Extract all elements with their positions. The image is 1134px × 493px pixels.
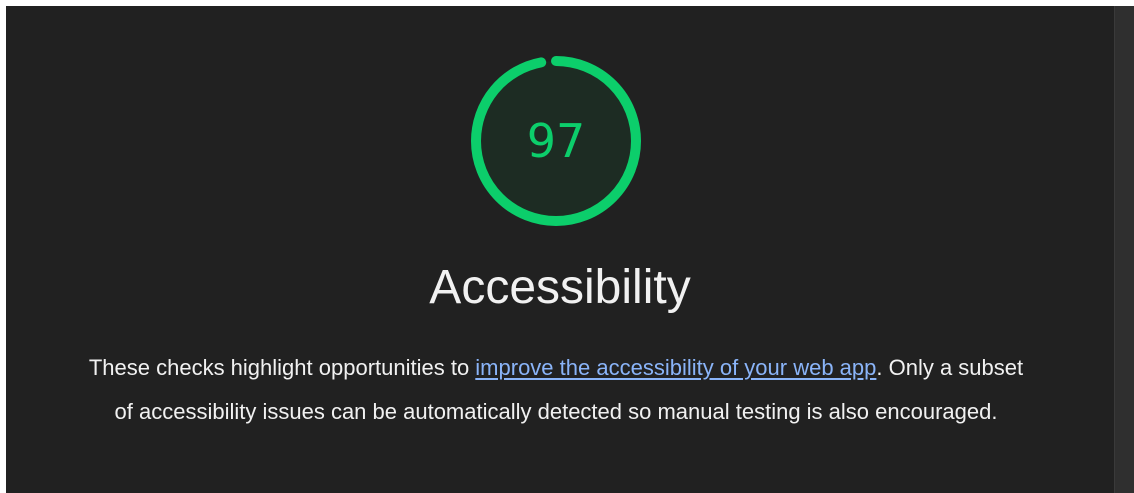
- category-title: Accessibility: [429, 261, 691, 314]
- report-frame: 97 Accessibility These checks highlight …: [0, 0, 1134, 493]
- gauge-score-value: 97: [526, 114, 586, 168]
- scrollbar[interactable]: [1114, 6, 1134, 493]
- category-description: These checks highlight opportunities to …: [86, 346, 1026, 434]
- accessibility-link[interactable]: improve the accessibility of your web ap…: [475, 355, 876, 380]
- score-gauge[interactable]: 97: [468, 53, 644, 229]
- description-text-before: These checks highlight opportunities to: [88, 355, 476, 380]
